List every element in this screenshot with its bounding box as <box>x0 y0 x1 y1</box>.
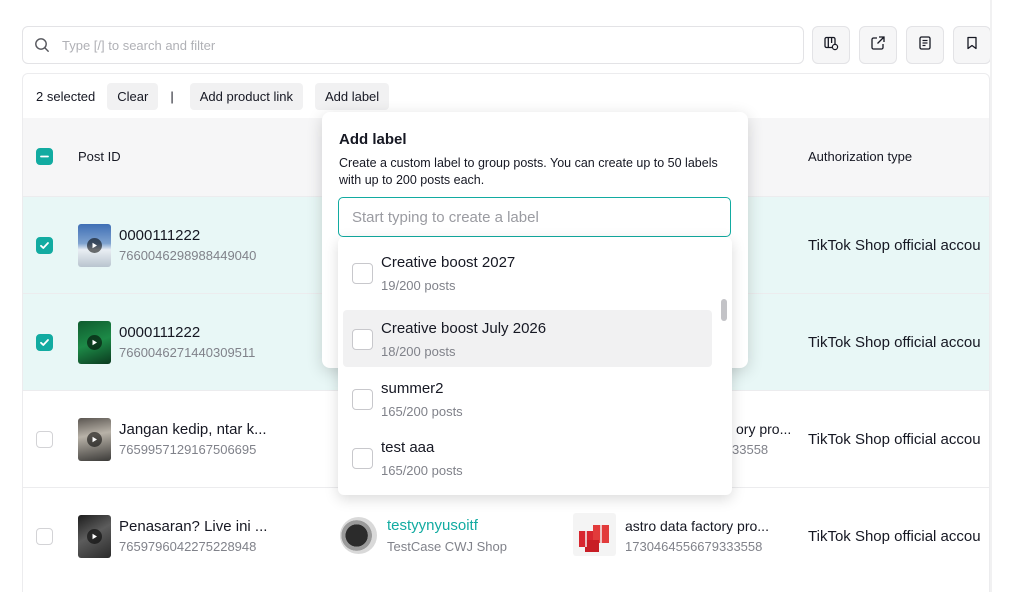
video-thumbnail[interactable] <box>78 418 111 461</box>
dropdown-scrollbar[interactable] <box>721 299 727 321</box>
column-header-authorization-type[interactable]: Authorization type <box>808 149 912 164</box>
authorization-type: TikTok Shop official accou <box>808 334 981 351</box>
creator-shop: TestCase CWJ Shop <box>387 539 507 554</box>
document-icon <box>917 35 933 56</box>
video-thumbnail[interactable] <box>78 224 111 267</box>
label-option-name: Creative boost July 2026 <box>381 320 547 337</box>
export-icon <box>870 35 886 56</box>
post-title[interactable]: Jangan kedip, ntar k... <box>119 421 267 438</box>
creator-name[interactable]: testyynyusoitf <box>387 517 478 534</box>
add-label-button[interactable]: Add label <box>314 82 390 110</box>
play-icon <box>87 238 102 253</box>
label-option-count: 165/200 posts <box>381 404 463 419</box>
column-header-post-id[interactable]: Post ID <box>78 149 121 164</box>
popover-title: Add label <box>339 131 407 148</box>
authorization-type: TikTok Shop official accou <box>808 237 981 254</box>
product-name[interactable]: ory pro... <box>736 421 791 437</box>
clear-button[interactable]: Clear <box>107 82 159 110</box>
row-checkbox[interactable] <box>36 528 53 545</box>
label-name-input[interactable] <box>338 197 731 237</box>
authorization-type: TikTok Shop official accou <box>808 528 981 545</box>
label-option-checkbox[interactable] <box>352 263 373 284</box>
play-icon <box>87 335 102 350</box>
search-bar[interactable] <box>22 26 804 64</box>
label-option-name: summer2 <box>381 380 444 397</box>
video-thumbnail[interactable] <box>78 515 111 558</box>
product-name[interactable]: astro data factory pro... <box>625 518 769 534</box>
action-separator: | <box>170 88 174 104</box>
post-title[interactable]: Penasaran? Live ini ... <box>119 518 267 535</box>
creator-avatar <box>340 517 377 554</box>
row-checkbox[interactable] <box>36 237 53 254</box>
post-title[interactable]: 0000111222 <box>119 227 200 244</box>
add-product-link-button[interactable]: Add product link <box>189 82 303 110</box>
label-option[interactable]: test aaa 165/200 posts <box>343 429 712 486</box>
bookmark-icon <box>964 35 980 56</box>
row-checkbox[interactable] <box>36 334 53 351</box>
label-option[interactable]: summer2 165/200 posts <box>343 370 712 427</box>
video-thumbnail[interactable] <box>78 321 111 364</box>
label-option[interactable]: Creative boost 2027 19/200 posts <box>343 244 712 301</box>
table-row[interactable]: Penasaran? Live ini ... 7659796042275228… <box>23 487 989 584</box>
page-scrollbar-track <box>990 0 1024 592</box>
search-icon <box>34 37 50 53</box>
label-option-count: 18/200 posts <box>381 344 456 359</box>
post-id: 7659957129167506695 <box>119 442 257 457</box>
label-option-count: 19/200 posts <box>381 278 456 293</box>
product-id: 33558 <box>732 442 769 457</box>
column-settings-icon <box>823 35 839 56</box>
label-option-checkbox[interactable] <box>352 389 373 410</box>
post-id: 7660046271440309511 <box>119 345 256 360</box>
post-title[interactable]: 0000111222 <box>119 324 200 341</box>
label-option[interactable]: Creative boost July 2026 18/200 posts <box>343 310 712 367</box>
bookmark-button[interactable] <box>953 26 991 64</box>
select-all-checkbox[interactable] <box>36 148 53 165</box>
label-option-name: test aaa <box>381 439 435 456</box>
popover-description: Create a custom label to group posts. Yo… <box>339 156 718 187</box>
product-image <box>573 513 616 556</box>
label-option-count: 165/200 posts <box>381 463 463 478</box>
authorization-type: TikTok Shop official accou <box>808 431 981 448</box>
label-option-checkbox[interactable] <box>352 448 373 469</box>
post-id: 7659796042275228948 <box>119 539 257 554</box>
report-button[interactable] <box>906 26 944 64</box>
label-options-dropdown[interactable]: Creative boost 2027 19/200 posts Creativ… <box>338 237 732 495</box>
product-id: 1730464556679333558 <box>625 539 763 554</box>
label-option-name: Creative boost 2027 <box>381 254 516 271</box>
scrollbar-edge <box>990 0 992 592</box>
play-icon <box>87 432 102 447</box>
label-option-checkbox[interactable] <box>352 329 373 350</box>
column-settings-button[interactable] <box>812 26 850 64</box>
search-input[interactable] <box>62 37 762 53</box>
post-id: 7660046298988449040 <box>119 248 257 263</box>
export-button[interactable] <box>859 26 897 64</box>
row-checkbox[interactable] <box>36 431 53 448</box>
selected-count: 2 selected <box>36 88 96 104</box>
play-icon <box>87 529 102 544</box>
post-management-page: 2 selected Clear | Add product link Add … <box>0 0 1024 592</box>
